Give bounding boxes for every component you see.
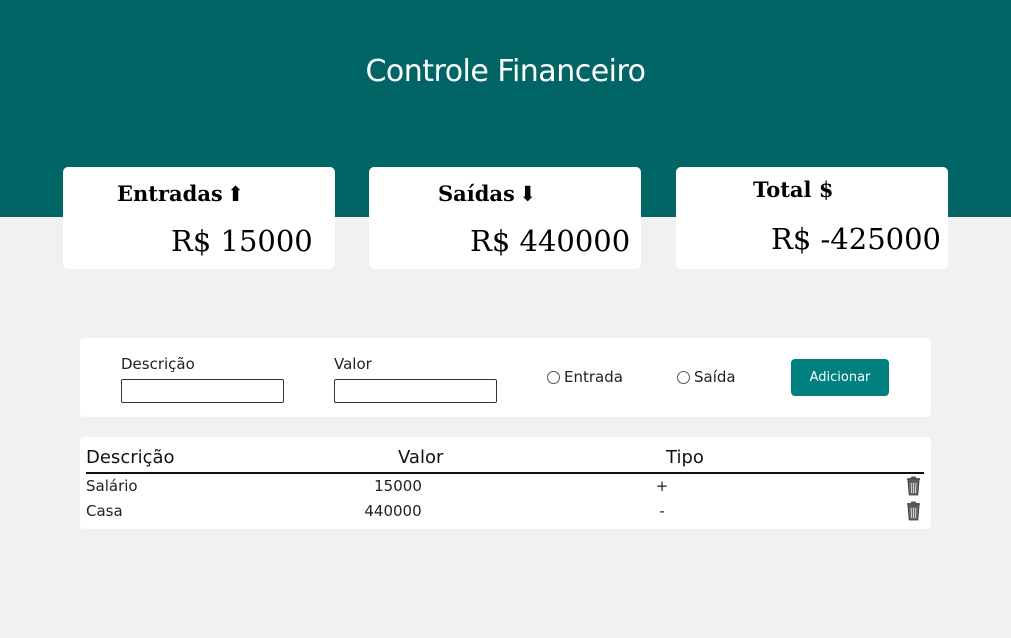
- row-amount: 440000: [364, 502, 422, 520]
- arrow-down-icon: ⬇: [518, 181, 537, 206]
- income-card-title: Entradas ⬆: [117, 181, 244, 206]
- radio-expense[interactable]: Saída: [677, 368, 736, 386]
- description-input[interactable]: [121, 379, 284, 403]
- radio-income-circle[interactable]: [547, 370, 560, 384]
- expenses-card-value: R$ 440000: [470, 224, 631, 258]
- add-button[interactable]: Adicionar: [791, 359, 889, 396]
- expenses-card: Saídas ⬇ R$ 440000: [369, 167, 641, 269]
- radio-expense-label: Saída: [694, 368, 736, 386]
- transaction-form: Descrição Valor Entrada Saída Adicionar: [80, 338, 931, 417]
- total-card: Total $ R$ -425000: [676, 167, 948, 269]
- row-type: -: [659, 502, 665, 520]
- radio-income-label: Entrada: [564, 368, 623, 386]
- expenses-card-title: Saídas ⬇: [438, 181, 536, 206]
- arrow-up-icon: ⬆: [226, 181, 245, 206]
- description-label: Descrição: [121, 355, 195, 373]
- row-amount: 15000: [374, 477, 422, 495]
- amount-label: Valor: [334, 355, 372, 373]
- income-card-value: R$ 15000: [171, 224, 313, 258]
- income-card-label: Entradas: [117, 181, 223, 206]
- app-title: Controle Financeiro: [365, 54, 646, 89]
- transactions-table: Descrição Valor Tipo Salário 15000 + Cas…: [80, 437, 931, 529]
- radio-income[interactable]: Entrada: [547, 368, 623, 386]
- expenses-card-label: Saídas: [438, 181, 515, 206]
- radio-expense-circle[interactable]: [677, 370, 690, 384]
- total-card-label: Total $: [753, 177, 834, 202]
- row-type: +: [655, 477, 669, 495]
- table-row: Casa 440000 -: [80, 499, 931, 524]
- table-row: Salário 15000 +: [80, 474, 931, 499]
- header-type: Tipo: [666, 447, 704, 468]
- trash-icon[interactable]: [904, 476, 923, 496]
- trash-icon[interactable]: [904, 501, 923, 521]
- income-card: Entradas ⬆ R$ 15000: [63, 167, 335, 269]
- total-card-value: R$ -425000: [771, 222, 942, 256]
- row-description: Casa: [86, 502, 123, 520]
- header-description: Descrição: [86, 447, 175, 468]
- row-description: Salário: [86, 477, 138, 495]
- amount-input[interactable]: [334, 379, 497, 403]
- header-amount: Valor: [398, 447, 444, 468]
